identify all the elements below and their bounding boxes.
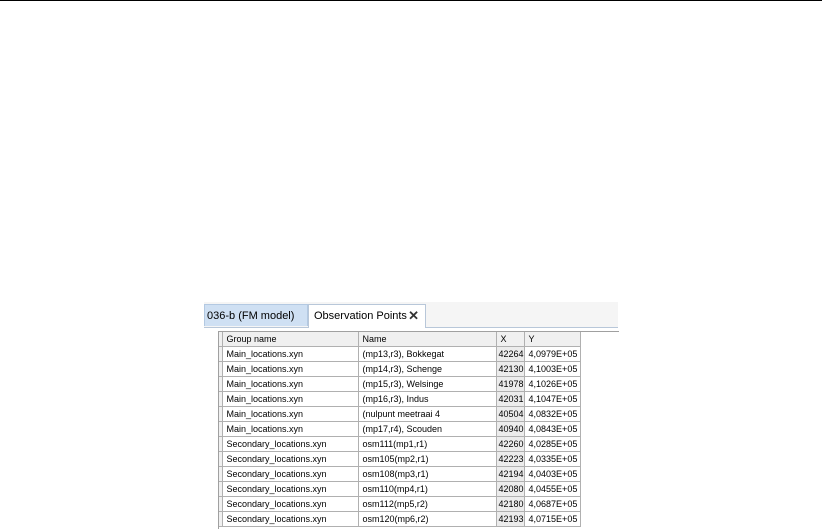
cell-name[interactable]: osm108(mp3,r1): [358, 466, 497, 482]
table-row[interactable]: Main_locations.xyn (mp16,r3), Indus 42031 4…: [219, 391, 581, 407]
cell-x[interactable]: 42223: [496, 451, 525, 467]
table-row[interactable]: Secondary_locations.xyn osm111(mp1,r1) 422…: [219, 436, 581, 452]
close-icon[interactable]: ✕: [408, 305, 419, 327]
cell-name[interactable]: osm120(mp6,r2): [358, 511, 497, 527]
column-header-name[interactable]: Name: [358, 332, 497, 347]
observation-points-panel: 036-b (FM model) Observation Points ✕ Gr…: [204, 302, 622, 529]
observation-points-table: Group name Name X Y Main_locations.xyn (m…: [218, 331, 619, 529]
tab-observation-points-label: Observation Points: [314, 310, 407, 322]
cell-name[interactable]: osm110(mp4,r1): [358, 481, 497, 497]
table-row[interactable]: Secondary_locations.xyn osm108(mp3,r1) 421…: [219, 466, 581, 482]
cell-name[interactable]: (mp14,r3), Schenge: [358, 361, 497, 377]
cell-x[interactable]: 42260: [496, 436, 525, 452]
cell-group-name[interactable]: Secondary_locations.xyn: [222, 436, 359, 452]
tab-observation-points[interactable]: Observation Points ✕: [308, 304, 426, 328]
table-row[interactable]: Main_locations.xyn (mp15,r3), Welsinge 419…: [219, 376, 581, 392]
cell-group-name[interactable]: Main_locations.xyn: [222, 376, 359, 392]
cell-x[interactable]: 42180: [496, 496, 525, 512]
top-border: [0, 0, 822, 1]
cell-name[interactable]: (mp17,r4), Scouden: [358, 421, 497, 437]
cell-x[interactable]: 42194: [496, 466, 525, 482]
tab-fm-model[interactable]: 036-b (FM model): [204, 304, 308, 326]
cell-group-name[interactable]: Main_locations.xyn: [222, 391, 359, 407]
cell-x[interactable]: 42080: [496, 481, 525, 497]
cell-name[interactable]: (mp13,r3), Bokkegat: [358, 346, 497, 362]
tab-bar: 036-b (FM model) Observation Points ✕: [204, 302, 618, 328]
cell-x[interactable]: 42193: [496, 511, 525, 527]
table-row[interactable]: Main_locations.xyn (mp17,r4), Scouden 4094…: [219, 421, 581, 437]
cell-y[interactable]: 4,0843E+05: [524, 421, 581, 437]
cell-y[interactable]: 4,0285E+05: [524, 436, 581, 452]
cell-name[interactable]: (mp16,r3), Indus: [358, 391, 497, 407]
cell-group-name[interactable]: Main_locations.xyn: [222, 406, 359, 422]
column-header-y[interactable]: Y: [524, 332, 581, 347]
cell-name[interactable]: (nulpunt meetraai 4: [358, 406, 497, 422]
cell-y[interactable]: 4,0455E+05: [524, 481, 581, 497]
table-row[interactable]: Main_locations.xyn (mp13,r3), Bokkegat 422…: [219, 346, 581, 362]
table-row[interactable]: Main_locations.xyn (mp14,r3), Schenge 4213…: [219, 361, 581, 377]
cell-y[interactable]: 4,1003E+05: [524, 361, 581, 377]
cell-x[interactable]: 41978: [496, 376, 525, 392]
cell-group-name[interactable]: Secondary_locations.xyn: [222, 511, 359, 527]
cell-x[interactable]: 40504: [496, 406, 525, 422]
cell-group-name[interactable]: Secondary_locations.xyn: [222, 496, 359, 512]
cell-x[interactable]: 42264: [496, 346, 525, 362]
table-row[interactable]: Secondary_locations.xyn osm110(mp4,r1) 420…: [219, 481, 581, 497]
column-header-x[interactable]: X: [496, 332, 525, 347]
cell-group-name[interactable]: Secondary_locations.xyn: [222, 481, 359, 497]
tab-fm-model-label: 036-b (FM model): [207, 310, 295, 322]
cell-group-name[interactable]: Main_locations.xyn: [222, 421, 359, 437]
table-row[interactable]: Secondary_locations.xyn osm112(mp5,r2) 421…: [219, 496, 581, 512]
table-header-row: Group name Name X Y: [219, 332, 581, 347]
cell-name[interactable]: osm105(mp2,r1): [358, 451, 497, 467]
cell-y[interactable]: 4,0979E+05: [524, 346, 581, 362]
cell-y[interactable]: 4,0832E+05: [524, 406, 581, 422]
cell-y[interactable]: 4,0715E+05: [524, 511, 581, 527]
table-row[interactable]: Secondary_locations.xyn osm105(mp2,r1) 422…: [219, 451, 581, 467]
cell-y[interactable]: 4,1026E+05: [524, 376, 581, 392]
column-header-group-name[interactable]: Group name: [222, 332, 359, 347]
cell-name[interactable]: osm111(mp1,r1): [358, 436, 497, 452]
cell-x[interactable]: 40940: [496, 421, 525, 437]
cell-y[interactable]: 4,0335E+05: [524, 451, 581, 467]
cell-group-name[interactable]: Main_locations.xyn: [222, 346, 359, 362]
cell-y[interactable]: 4,0687E+05: [524, 496, 581, 512]
cell-group-name[interactable]: Secondary_locations.xyn: [222, 466, 359, 482]
table-row[interactable]: Secondary_locations.xyn osm120(mp6,r2) 421…: [219, 511, 581, 527]
cell-group-name[interactable]: Secondary_locations.xyn: [222, 451, 359, 467]
cell-name[interactable]: (mp15,r3), Welsinge: [358, 376, 497, 392]
table-row[interactable]: Main_locations.xyn (nulpunt meetraai 4 405…: [219, 406, 581, 422]
cell-y[interactable]: 4,1047E+05: [524, 391, 581, 407]
cell-x[interactable]: 42130: [496, 361, 525, 377]
cell-y[interactable]: 4,0403E+05: [524, 466, 581, 482]
cell-x[interactable]: 42031: [496, 391, 525, 407]
cell-group-name[interactable]: Main_locations.xyn: [222, 361, 359, 377]
cell-name[interactable]: osm112(mp5,r2): [358, 496, 497, 512]
